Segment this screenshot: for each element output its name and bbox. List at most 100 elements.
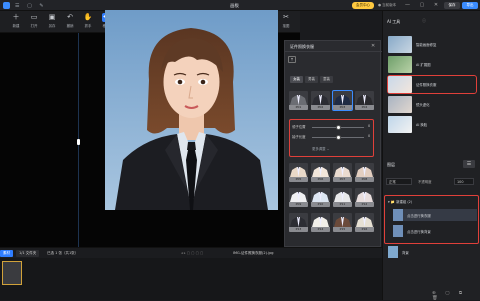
opacity-label: 不透明度 (418, 180, 432, 184)
clothing-code: P16 (355, 227, 374, 232)
dialog-title: 证件照换衣服 (290, 44, 314, 49)
clothing-option[interactable]: P14 (311, 213, 330, 232)
window-title: 画板 (230, 4, 239, 9)
tab-1[interactable]: 男装 (305, 76, 318, 83)
dialog-header: 证件照换衣服 ✕ (285, 41, 382, 52)
ai-tool-thumbnail (388, 56, 412, 73)
tab-assets[interactable]: 素材 (0, 250, 13, 257)
clothing-option[interactable]: P07 (333, 163, 352, 182)
tab-2[interactable]: 童装 (320, 76, 333, 83)
clothing-code: P08 (355, 177, 374, 182)
filmstrip-thumbnail[interactable] (2, 261, 22, 285)
upload-icon[interactable]: ⤒ (288, 56, 296, 63)
ai-tool-item[interactable]: 智能画面修复 (388, 36, 476, 53)
clothing-code: P12 (355, 202, 374, 207)
clothing-preview (312, 167, 329, 177)
tab-0[interactable]: 女装 (290, 76, 303, 83)
info-icon[interactable]: ⓘ (422, 18, 426, 24)
tab-folder[interactable]: 1/1 文件夹 (16, 250, 40, 257)
clothing-code: P02 (311, 105, 330, 110)
pager-icons[interactable]: ◂ ▸ ▢ ▢ ▢ ▢ (178, 250, 206, 257)
ai-tool-item[interactable]: AI 换脸 (388, 116, 476, 133)
clothing-option[interactable]: P11 (333, 188, 352, 207)
layer-group[interactable]: ▾ 📁 新建组 (2) (388, 199, 412, 204)
blend-mode-select[interactable]: 正常 (386, 178, 412, 185)
cutout-icon: ✂ (283, 13, 289, 21)
clothing-code: P09 (289, 202, 308, 207)
clothing-preview (290, 95, 307, 105)
plus-icon: ＋ (12, 13, 20, 21)
clothing-preview (290, 167, 307, 177)
clothing-option[interactable]: P12 (355, 188, 374, 207)
layer-thumbnail (393, 209, 403, 221)
clothing-option[interactable]: P02 (311, 91, 330, 110)
clothing-option[interactable]: P04 (355, 91, 374, 110)
clothing-code: P13 (289, 227, 308, 232)
clothing-option[interactable]: P06 (311, 163, 330, 182)
clothing-code: P04 (355, 105, 374, 110)
app-logo-icon (3, 2, 10, 9)
background-layer-label: 背景 (402, 251, 409, 255)
version-badge: ● 当前版本 (378, 3, 397, 7)
clothing-code: P10 (311, 202, 330, 207)
slider-value: 0 (368, 124, 371, 128)
clothing-option[interactable]: P15 (333, 213, 352, 232)
id-photo[interactable] (105, 10, 278, 210)
clothing-preview (290, 217, 307, 227)
clothing-code: P01 (289, 105, 308, 110)
slider-knob[interactable] (335, 134, 341, 140)
ai-tool-thumbnail (388, 96, 412, 113)
layer-label: 点击进行换衣服 (407, 214, 431, 218)
vip-button[interactable]: 会员中心 (352, 2, 374, 9)
clothing-preview (356, 217, 373, 227)
clothing-option[interactable]: P16 (355, 213, 374, 232)
close-icon[interactable]: ✕ (371, 43, 375, 49)
clothing-preview (290, 192, 307, 202)
clothing-code: P14 (311, 227, 330, 232)
clothing-code: P06 (311, 177, 330, 182)
ai-tool-item[interactable]: 镜头虚化 (388, 96, 476, 113)
ai-tool-label: 证件照换衣服 (416, 83, 437, 87)
clothing-preview (312, 95, 329, 105)
clothing-code: P03 (333, 105, 352, 110)
more-adjust-link[interactable]: 更多调整 ⌄ (312, 146, 342, 152)
window-controls[interactable]: — ▢ ✕ (405, 2, 442, 8)
ai-tool-item[interactable]: 证件照换衣服 (387, 75, 477, 94)
clothing-option[interactable]: P05 (289, 163, 308, 182)
clothing-option[interactable]: P09 (289, 188, 308, 207)
layer-item[interactable]: 点击进行换衣服 (393, 209, 477, 221)
slider-value: 0 (368, 134, 371, 138)
clothing-preview (334, 167, 351, 177)
ai-tool-label: 智能画面修复 (416, 43, 437, 47)
export-button[interactable]: 导出 (462, 2, 478, 9)
resize-handle[interactable] (77, 139, 80, 145)
background-layer[interactable]: 背景 (388, 246, 472, 258)
layer-menu-icon[interactable]: ☰ (463, 160, 475, 168)
clothing-option[interactable]: P03 (332, 90, 353, 111)
folder-icon: ▭ (30, 13, 38, 21)
layer-thumbnail (393, 225, 403, 237)
selection-info: 已选 1 张（共1张） (47, 251, 79, 255)
layer-label: 点击进行换背景 (407, 230, 431, 234)
slider-label: 袖子长度 (292, 135, 306, 139)
layer-actions[interactable]: ⊕ ▢ ⧉ 🗑 (432, 290, 480, 301)
clothing-option[interactable]: P13 (289, 213, 308, 232)
clothing-preview (312, 192, 329, 202)
ai-tool-thumbnail (388, 116, 412, 133)
ai-tool-item[interactable]: AI 扩展图 (388, 56, 476, 73)
ai-tool-thumbnail (388, 36, 412, 53)
menu-icons[interactable]: ☰ ▢ ✎ (15, 3, 47, 9)
clothing-option[interactable]: P10 (311, 188, 330, 207)
clothing-preview (356, 95, 373, 105)
clothing-preview (312, 217, 329, 227)
clothing-option[interactable]: P08 (355, 163, 374, 182)
layer-item[interactable]: 点击进行换背景 (393, 225, 477, 237)
hand-icon: ✋ (83, 13, 93, 21)
layer-group-label: 新建组 (2) (396, 200, 413, 204)
clothing-option[interactable]: P01 (289, 91, 308, 110)
clothing-code: P11 (333, 202, 352, 207)
opacity-field[interactable]: 100 (454, 178, 474, 185)
save-button[interactable]: 保存 (444, 2, 460, 9)
ai-tool-label: AI 扩展图 (416, 63, 431, 67)
slider-knob[interactable] (335, 124, 341, 130)
